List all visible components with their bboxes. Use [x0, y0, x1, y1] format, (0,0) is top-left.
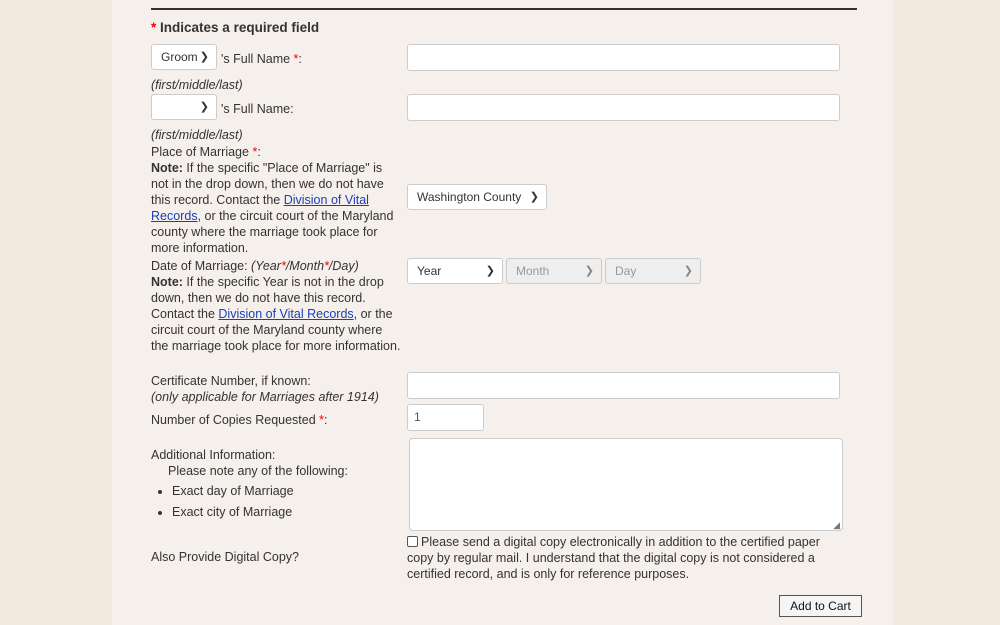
day-select[interactable]: Day ❯	[605, 258, 701, 284]
party2-name-input[interactable]	[407, 94, 840, 121]
certificate-label: Certificate Number, if known: (only appli…	[151, 374, 379, 404]
certificate-input[interactable]	[407, 372, 840, 399]
add-to-cart-button[interactable]: Add to Cart	[779, 595, 862, 617]
party2-role-select[interactable]: ❯	[151, 94, 217, 120]
copies-input[interactable]: 1	[407, 404, 484, 431]
chevron-down-icon: ❯	[584, 265, 594, 277]
chevron-down-icon: ❯	[683, 265, 693, 277]
year-select[interactable]: Year ❯	[407, 258, 503, 284]
party2-label: 's Full Name:	[221, 102, 294, 116]
copies-label: Number of Copies Requested *:	[151, 413, 328, 427]
digital-copy-checkbox[interactable]	[407, 536, 418, 547]
place-select[interactable]: Washington County ❯	[407, 184, 547, 210]
month-select[interactable]: Month ❯	[506, 258, 602, 284]
date-label: Date of Marriage: (Year*/Month*/Day) Note…	[151, 259, 401, 353]
divider	[151, 8, 857, 10]
chevron-down-icon: ❯	[199, 101, 209, 113]
resize-handle-icon[interactable]: ◢	[833, 520, 840, 530]
party1-hint: (first/middle/last)	[151, 78, 243, 92]
vital-records-link[interactable]: Division of Vital Records	[218, 307, 353, 321]
required-note: * Indicates a required field	[151, 20, 320, 35]
digital-copy-option: Please send a digital copy electronicall…	[407, 535, 820, 581]
additional-info-textarea[interactable]: ◢	[409, 438, 843, 531]
list-item: Exact day of Marriage	[172, 481, 348, 502]
chevron-down-icon: ❯	[199, 51, 209, 63]
list-item: Exact city of Marriage	[172, 502, 348, 523]
party1-name-input[interactable]	[407, 44, 840, 71]
additional-label: Additional Information: Please note any o…	[151, 447, 348, 523]
place-label: Place of Marriage *: Note: If the specifi…	[151, 145, 394, 255]
chevron-down-icon: ❯	[529, 191, 539, 203]
digital-label: Also Provide Digital Copy?	[151, 550, 299, 564]
party1-label: 's Full Name *:	[221, 52, 302, 66]
party2-hint: (first/middle/last)	[151, 128, 243, 142]
chevron-down-icon: ❯	[485, 265, 495, 277]
party1-role-select[interactable]: Groom ❯	[151, 44, 217, 70]
